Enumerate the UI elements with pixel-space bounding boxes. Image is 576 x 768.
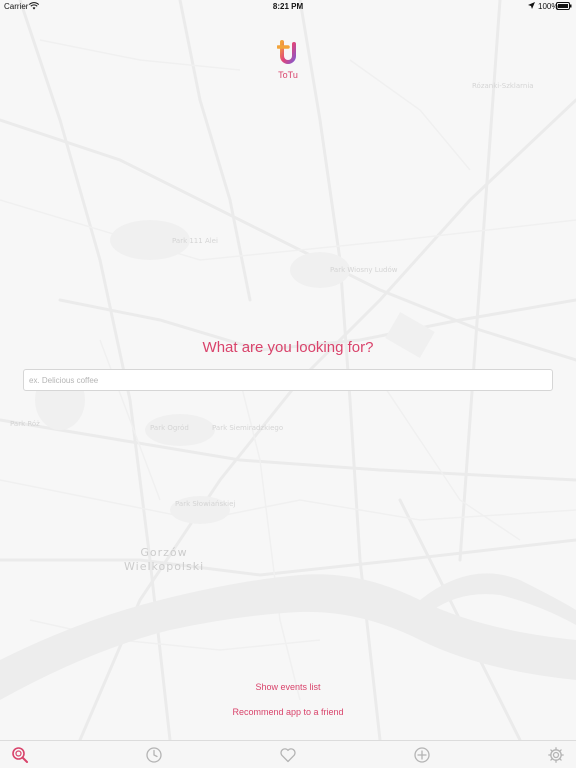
tab-bar [0, 740, 576, 768]
clock-icon [146, 747, 162, 763]
tab-settings[interactable] [546, 745, 566, 765]
battery-icon [556, 2, 572, 12]
app-logo: ToTu [268, 40, 308, 85]
totu-logo-icon [277, 40, 296, 64]
tab-add[interactable] [412, 745, 432, 765]
search-input[interactable] [23, 369, 553, 391]
heart-icon [280, 748, 296, 763]
map-park-label: Park Słowiańskiej [175, 500, 236, 508]
map-park-label: Park Siemiradzkiego [212, 424, 284, 432]
location-arrow-icon [528, 2, 535, 11]
map-district-label: Rózanki-Szklarnia [472, 82, 534, 90]
map-park-label: Park 111 Alei [172, 237, 218, 245]
tab-search[interactable] [10, 745, 30, 765]
search-prompt: What are you looking for? [202, 339, 374, 356]
map-park-label: Park Ogród [150, 424, 189, 432]
recommend-app-link[interactable]: Recommend app to a friend [0, 707, 576, 717]
tab-history[interactable] [144, 745, 164, 765]
logo-text: ToTu [278, 70, 298, 80]
tab-favorites[interactable] [278, 745, 298, 765]
search-icon [12, 747, 28, 763]
gear-icon [548, 747, 564, 763]
clock-label: 8:21 PM [272, 2, 304, 11]
show-events-link[interactable]: Show events list [0, 682, 576, 692]
plus-circle-icon [414, 747, 430, 763]
map-city-label: Gorzów Wielkopolski [124, 546, 205, 573]
map-park-label: Park Róż [10, 420, 40, 428]
map-park-label: Park Wiosny Ludów [330, 266, 398, 274]
status-bar: Carrier 8:21 PM 100% [0, 0, 576, 12]
